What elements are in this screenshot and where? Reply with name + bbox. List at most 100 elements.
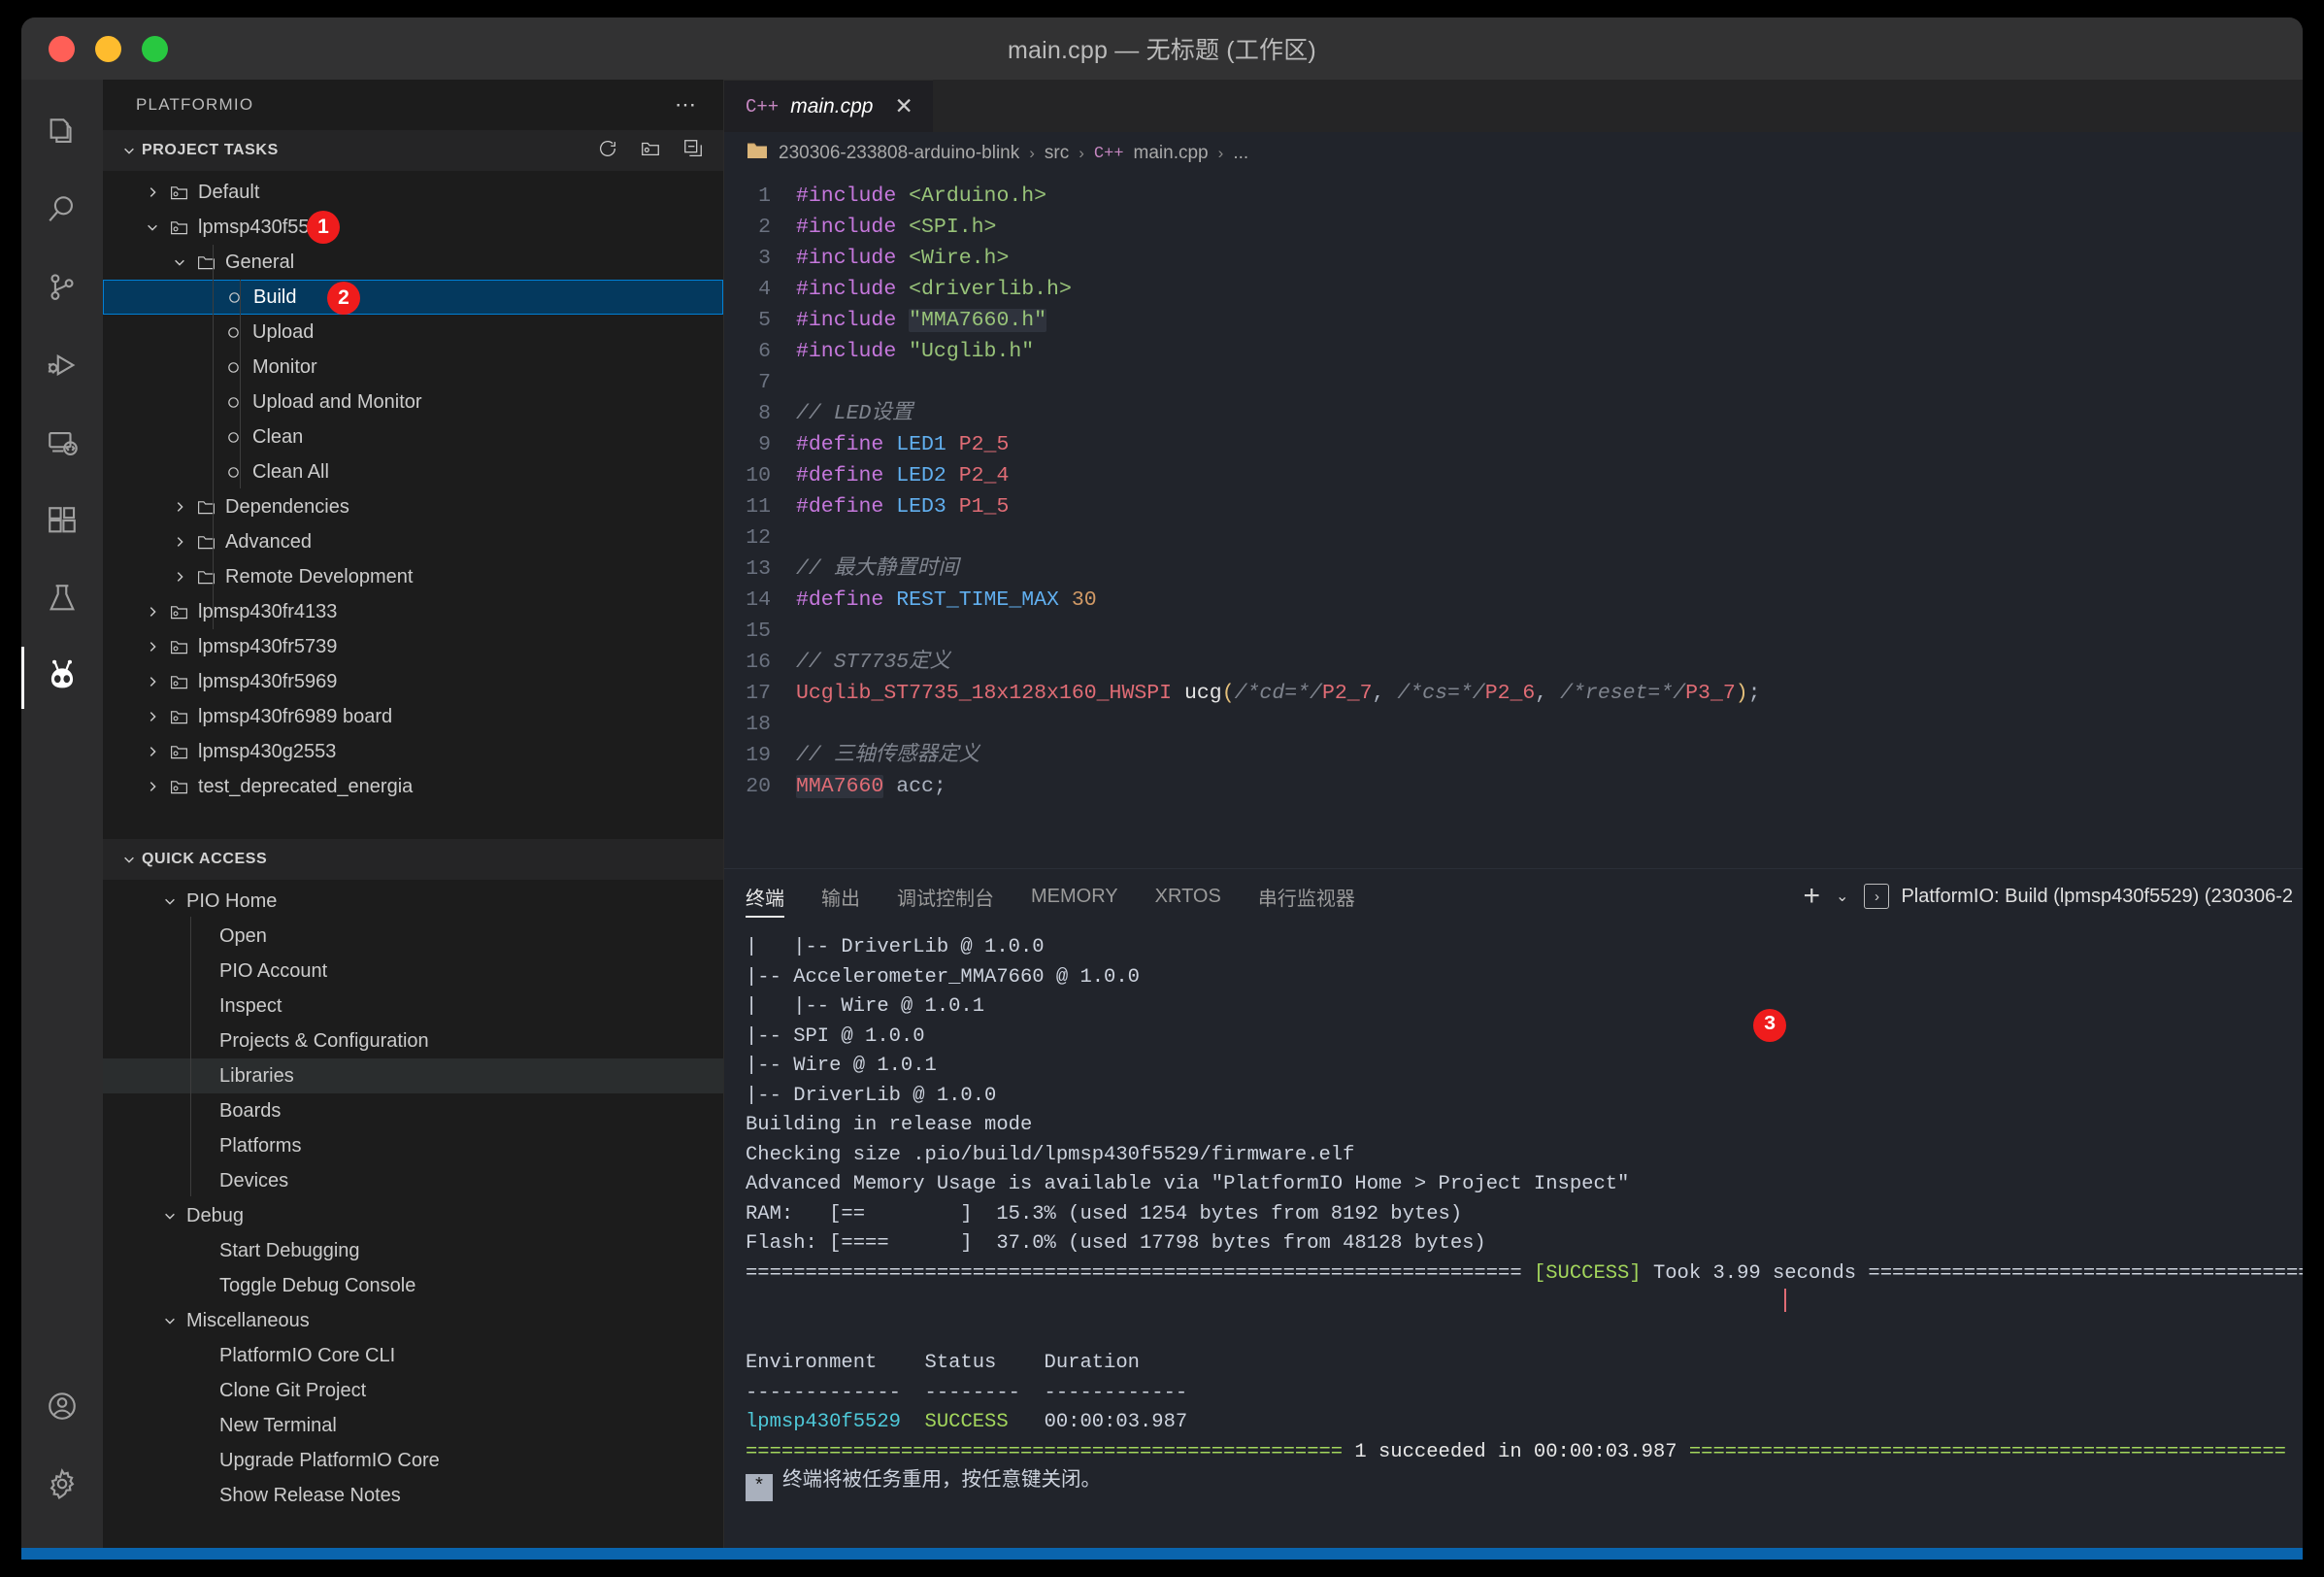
tab-main-cpp[interactable]: C++ main.cpp ✕ <box>724 80 933 132</box>
code-editor[interactable]: 1 #include <Arduino.h> 2 #include <SPI.h> 3 #… <box>724 175 2303 868</box>
terminal-text: |-- DriverLib @ 1.0.0 <box>746 1084 997 1107</box>
quick-access-item-upgrade-platformio-core[interactable]: Upgrade PlatformIO Core <box>103 1443 723 1478</box>
activity-accounts[interactable] <box>21 1369 103 1447</box>
tree-item-lpmsp430fr4133[interactable]: lpmsp430fr4133 <box>103 594 723 629</box>
quick-access-item-label: Toggle Debug Console <box>219 1274 416 1296</box>
panel-tab-6[interactable]: 串行监视器 <box>1258 869 1355 923</box>
activity-settings[interactable] <box>21 1447 103 1525</box>
activity-explorer[interactable] <box>21 95 103 173</box>
task-icon <box>219 360 247 375</box>
panel-tab-1[interactable]: 终端 <box>746 869 784 923</box>
tree-item-lpmsp430f5529[interactable]: lpmsp430f5529 1 <box>103 210 723 245</box>
tree-item-label: Upload and Monitor <box>252 390 422 413</box>
code-token: LED3 <box>896 495 946 519</box>
terminal-text: Environment Status Duration <box>746 1352 1140 1374</box>
chevron-right-icon <box>140 710 165 723</box>
code-line: 11 #define LED3 P1_5 <box>724 491 2303 522</box>
project-tasks-header[interactable]: PROJECT TASKS <box>103 130 723 171</box>
quick-access-item-show-release-notes[interactable]: Show Release Notes <box>103 1478 723 1513</box>
quick-access-item-devices[interactable]: Devices <box>103 1163 723 1198</box>
activity-search[interactable] <box>21 173 103 251</box>
line-number: 12 <box>746 526 771 550</box>
panel-tab-5[interactable]: XRTOS <box>1155 869 1221 923</box>
terminal-text: 1 succeeded in 00:00:03.987 <box>1354 1440 1677 1463</box>
quick-access-item-pio-home[interactable]: PIO Home <box>103 884 723 919</box>
terminal-text: SUCCESS <box>924 1411 1009 1433</box>
quick-access-item-label: PlatformIO Core CLI <box>219 1344 396 1366</box>
tree-item-lpmsp430fr5969[interactable]: lpmsp430fr5969 <box>103 664 723 699</box>
terminal-text: |-- Accelerometer_MMA7660 @ 1.0.0 <box>746 965 1140 989</box>
breadcrumb-separator: › <box>1217 144 1224 162</box>
activity-platformio[interactable] <box>21 639 103 717</box>
tree-item-lpmsp430fr5739[interactable]: lpmsp430fr5739 <box>103 629 723 664</box>
terminal-line: |-- Wire @ 1.0.1 <box>746 1052 2303 1082</box>
tree-item-lpmsp430fr6989-board[interactable]: lpmsp430fr6989 board <box>103 699 723 734</box>
terminal-line: Environment Status Duration <box>746 1349 2303 1379</box>
code-line: 4 #include <driverlib.h> <box>724 274 2303 305</box>
quick-access-header[interactable]: QUICK ACCESS <box>103 839 723 880</box>
code-text: #include <driverlib.h> <box>796 274 1072 305</box>
breadcrumb-item-src[interactable]: src <box>1045 143 1069 164</box>
panel-tab-3[interactable]: 调试控制台 <box>897 869 994 923</box>
activity-run-and-debug[interactable] <box>21 328 103 406</box>
close-icon[interactable]: ✕ <box>894 93 913 119</box>
chevron-down-icon <box>167 255 192 269</box>
terminal-text: RAM: [== ] 15.3% (used 1254 bytes from 8… <box>746 1202 1463 1225</box>
chevron-right-icon <box>140 185 165 199</box>
activity-remote-explorer[interactable] <box>21 406 103 484</box>
task-icon <box>219 395 247 410</box>
tree-item-advanced[interactable]: Advanced <box>103 524 723 559</box>
tree-item-monitor[interactable]: Monitor <box>103 350 723 385</box>
tree-item-build[interactable]: Build 2 <box>103 280 723 315</box>
collapse-all-icon[interactable] <box>682 138 704 164</box>
breadcrumb-item-project[interactable]: 230306-233808-arduino-blink <box>779 143 1019 164</box>
breadcrumb-item-symbol[interactable]: ... <box>1233 143 1248 164</box>
tree-item-clean[interactable]: Clean <box>103 419 723 454</box>
tree-item-lpmsp430g2553[interactable]: lpmsp430g2553 <box>103 734 723 769</box>
new-terminal-plus-icon[interactable]: + <box>1804 882 1821 911</box>
terminal-line: ========================================… <box>746 1438 2303 1468</box>
quick-access-item-open[interactable]: Open <box>103 919 723 954</box>
tree-item-clean-all[interactable]: Clean All <box>103 454 723 489</box>
quick-access-item-libraries[interactable]: Libraries <box>103 1058 723 1093</box>
env-icon <box>165 707 192 727</box>
quick-access-item-label: New Terminal <box>219 1414 337 1436</box>
quick-access-item-clone-git-project[interactable]: Clone Git Project <box>103 1373 723 1408</box>
tree-item-dependencies[interactable]: Dependencies <box>103 489 723 524</box>
quick-access-item-platformio-core-cli[interactable]: PlatformIO Core CLI <box>103 1338 723 1373</box>
activity-source-control[interactable] <box>21 251 103 328</box>
tree-item-default[interactable]: Default <box>103 175 723 210</box>
panel-tab-label: MEMORY <box>1031 885 1118 907</box>
quick-access-item-boards[interactable]: Boards <box>103 1093 723 1128</box>
quick-access-item-inspect[interactable]: Inspect <box>103 989 723 1023</box>
panel-tab-4[interactable]: MEMORY <box>1031 869 1118 923</box>
quick-access-item-start-debugging[interactable]: Start Debugging <box>103 1233 723 1268</box>
breadcrumb-item-file[interactable]: main.cpp <box>1134 143 1209 164</box>
tree-item-remote-development[interactable]: Remote Development <box>103 559 723 594</box>
tree-item-general[interactable]: General <box>103 245 723 280</box>
tree-item-test-deprecated-energia[interactable]: test_deprecated_energia <box>103 769 723 804</box>
ellipsis-icon[interactable]: ⋯ <box>675 94 698 116</box>
terminal-text: 终端将被任务重用，按任意键关闭。 <box>782 1470 1101 1493</box>
active-terminal-entry[interactable]: › PlatformIO: Build (lpmsp430f5529) (230… <box>1864 884 2293 909</box>
quick-access-item-new-terminal[interactable]: New Terminal <box>103 1408 723 1443</box>
quick-access-item-projects-configuration[interactable]: Projects & Configuration <box>103 1023 723 1058</box>
terminal-output[interactable]: | |-- DriverLib @ 1.0.0 |-- Accelerometer… <box>724 923 2303 1548</box>
chevron-down-icon[interactable]: ⌄ <box>1836 887 1848 906</box>
tree-item-upload-and-monitor[interactable]: Upload and Monitor <box>103 385 723 419</box>
quick-access-item-debug[interactable]: Debug <box>103 1198 723 1233</box>
quick-access-item-miscellaneous[interactable]: Miscellaneous <box>103 1303 723 1338</box>
tree-item-upload[interactable]: Upload <box>103 315 723 350</box>
quick-access-item-toggle-debug-console[interactable]: Toggle Debug Console <box>103 1268 723 1303</box>
quick-access-item-platforms[interactable]: Platforms <box>103 1128 723 1163</box>
quick-access-item-pio-account[interactable]: PIO Account <box>103 954 723 989</box>
new-folder-icon[interactable] <box>640 138 661 164</box>
chevron-down-icon <box>157 894 183 908</box>
panel-tab-2[interactable]: 输出 <box>821 869 860 923</box>
activity-testing[interactable] <box>21 561 103 639</box>
quick-access-label: QUICK ACCESS <box>142 851 268 867</box>
activity-extensions[interactable] <box>21 484 103 561</box>
refresh-icon[interactable] <box>597 138 618 164</box>
terminal-text: ========================================… <box>1677 1440 2286 1463</box>
env-icon <box>165 218 192 238</box>
